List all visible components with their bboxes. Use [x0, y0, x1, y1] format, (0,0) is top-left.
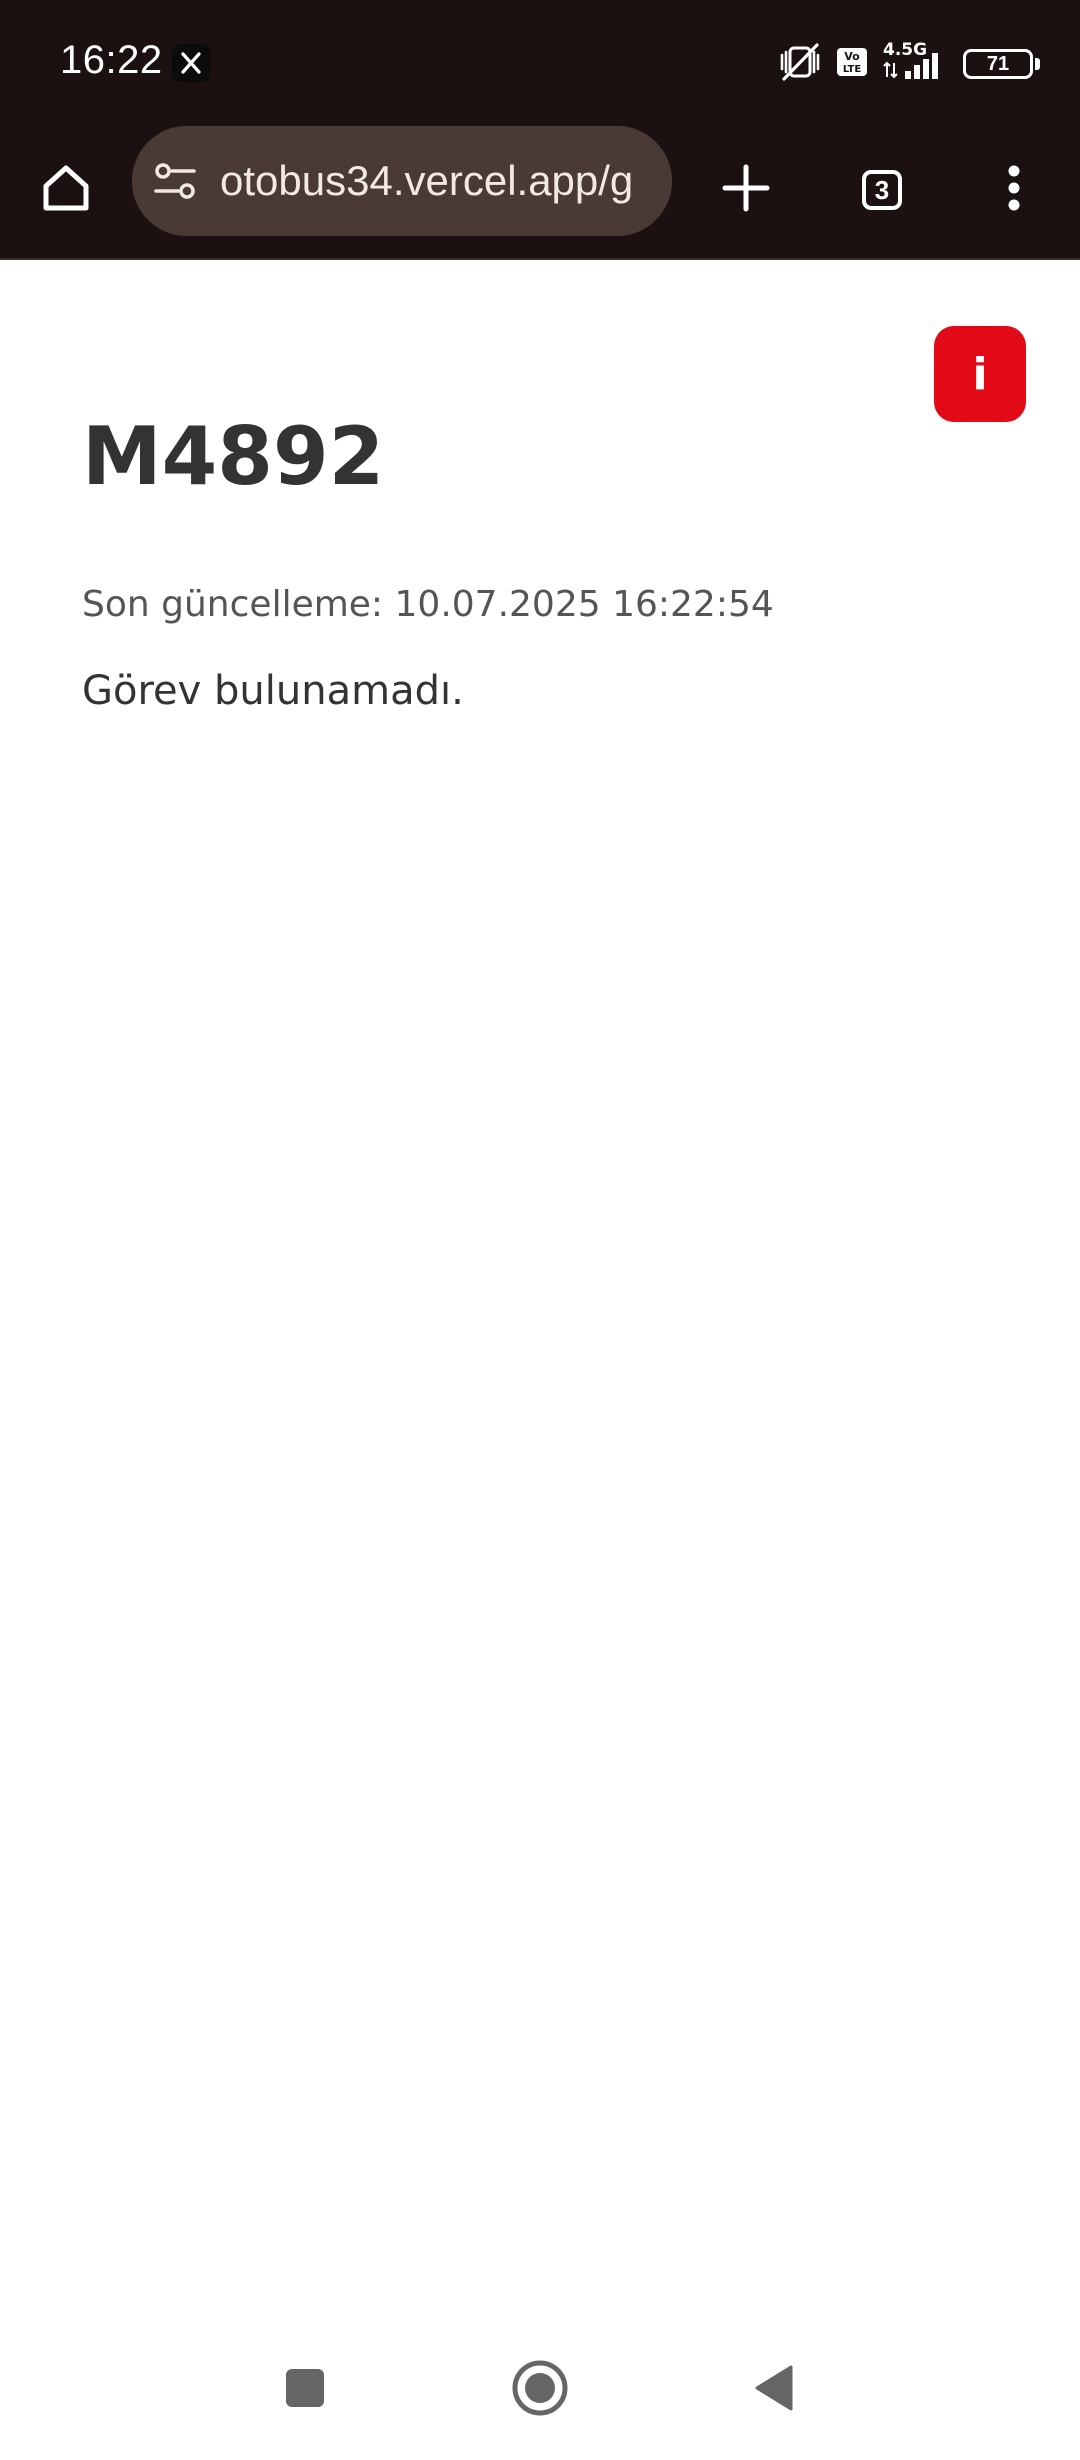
page-title: M4892	[82, 410, 385, 503]
info-button[interactable]: i	[934, 326, 1026, 422]
more-vert-icon	[1004, 163, 1024, 218]
svg-text:LTE: LTE	[843, 64, 862, 75]
status-time: 16:22	[60, 38, 163, 82]
last-updated-text: Son güncelleme: 10.07.2025 16:22:54	[82, 584, 774, 625]
battery-outline: 71	[963, 49, 1033, 79]
home-icon	[38, 160, 94, 221]
menu-button[interactable]	[972, 148, 1056, 232]
back-triangle-icon	[751, 2363, 795, 2418]
home-nav-button[interactable]	[500, 2350, 580, 2430]
new-tab-button[interactable]	[704, 148, 788, 232]
home-button[interactable]	[24, 148, 108, 232]
tune-icon[interactable]	[154, 161, 196, 201]
address-field[interactable]: otobus34.vercel.app/g	[132, 126, 672, 236]
tab-count: 3	[874, 174, 890, 205]
url-text[interactable]: otobus34.vercel.app/g	[220, 126, 650, 236]
web-page-content: i M4892 Son güncelleme: 10.07.2025 16:22…	[0, 260, 1080, 2320]
back-button[interactable]	[733, 2350, 813, 2430]
toolbar-row: otobus34.vercel.app/g 3	[0, 126, 1080, 260]
battery-level: 71	[986, 52, 1010, 75]
battery-icon: 71	[963, 49, 1040, 79]
svg-text:4.5G: 4.5G	[883, 40, 927, 60]
home-circle-icon	[510, 2358, 570, 2423]
plus-icon	[721, 163, 771, 218]
task-message: Görev bulunamadı.	[82, 668, 464, 714]
network-4-5g-icon: 4.5G	[881, 39, 951, 90]
x-icon	[172, 44, 210, 82]
status-system-icons: Vo LTE 4.5G 71	[777, 40, 1040, 88]
tab-switcher-button[interactable]: 3	[840, 148, 924, 232]
battery-tip	[1035, 58, 1040, 70]
system-navigation-bar	[0, 2320, 1080, 2460]
vibrate-mute-icon	[777, 39, 823, 90]
svg-text:Vo: Vo	[844, 50, 860, 63]
volte-icon: Vo LTE	[835, 45, 869, 84]
recents-square-icon	[284, 2367, 326, 2414]
browser-toolbar: otobus34.vercel.app/g 3	[0, 126, 1080, 260]
recents-button[interactable]	[265, 2350, 345, 2430]
status-bar: 16:22 Vo LTE 4.5G 71	[0, 0, 1080, 126]
tab-switcher-icon: 3	[852, 160, 912, 220]
